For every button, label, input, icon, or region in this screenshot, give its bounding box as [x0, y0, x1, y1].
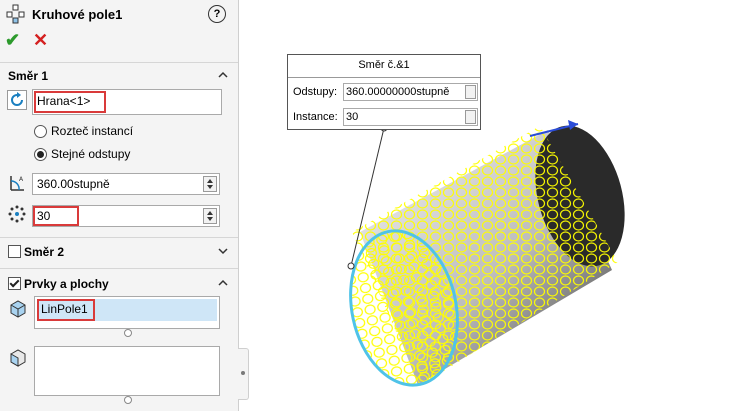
callout-divider	[288, 77, 480, 78]
angle-field[interactable]: 360.00stupně	[32, 173, 220, 195]
callout-instances-value: 30	[346, 111, 359, 123]
list-item[interactable]: LinPole1	[37, 299, 217, 321]
resize-handle[interactable]	[124, 329, 132, 337]
chevron-down-icon[interactable]	[218, 246, 228, 256]
resize-handle[interactable]	[124, 396, 132, 404]
pattern-callout: Směr č.&1 Odstupy: 360.00000000stupně In…	[287, 54, 481, 130]
features-checkbox[interactable]	[8, 277, 21, 290]
callout-title: Směr č.&1	[358, 59, 410, 71]
panel-title: Kruhové pole1	[32, 7, 123, 22]
angle-icon: A	[10, 176, 24, 191]
angle-spinner[interactable]	[203, 176, 217, 192]
divider	[0, 62, 238, 63]
circular-pattern-icon	[6, 4, 25, 24]
direction2-header[interactable]: Směr 2	[24, 245, 64, 259]
chevron-up-icon[interactable]	[218, 278, 228, 288]
edge-selection-field[interactable]: Hrana<1>	[32, 89, 222, 115]
panel-header: Kruhové pole1 ?	[6, 4, 230, 26]
edge-value: Hrana<1>	[37, 94, 91, 108]
direction2-checkbox[interactable]	[8, 245, 21, 258]
property-manager-panel: Kruhové pole1 ? ✔ ✕ Směr 1 Hrana<1> Rozt…	[0, 0, 239, 411]
radio-spacing-label: Rozteč instancí	[51, 124, 134, 138]
callout-spacing-label: Odstupy:	[293, 86, 338, 98]
callout-spacing-spinner[interactable]	[465, 85, 476, 99]
cancel-button[interactable]: ✕	[33, 30, 48, 51]
instances-field[interactable]: 30	[32, 205, 220, 227]
faces-list[interactable]	[34, 346, 220, 396]
divider	[0, 268, 238, 269]
leader-anchor	[347, 262, 355, 270]
faces-icon	[10, 349, 26, 367]
panel-collapse-handle[interactable]	[238, 348, 249, 400]
features-item-label: LinPole1	[41, 302, 88, 316]
help-icon[interactable]: ?	[208, 5, 226, 23]
chevron-up-icon[interactable]	[218, 70, 228, 80]
direction1-header[interactable]: Směr 1	[8, 69, 48, 83]
instances-value: 30	[37, 209, 51, 223]
svg-text:A: A	[19, 176, 24, 183]
callout-instances-label: Instance:	[293, 111, 338, 123]
callout-instances-field[interactable]: 30	[343, 108, 478, 126]
callout-instances-spinner[interactable]	[465, 110, 476, 124]
callout-spacing-value: 360.00000000stupně	[346, 86, 450, 98]
instances-spinner[interactable]	[203, 208, 217, 224]
features-list[interactable]: LinPole1	[34, 296, 220, 329]
callout-spacing-field[interactable]: 360.00000000stupně	[343, 83, 478, 101]
divider	[0, 237, 238, 238]
instances-icon	[8, 205, 26, 223]
ok-button[interactable]: ✔	[5, 30, 20, 51]
features-header[interactable]: Prvky a plochy	[24, 277, 109, 291]
angle-value: 360.00stupně	[37, 177, 110, 191]
features-icon	[10, 300, 26, 318]
radio-equal-label: Stejné odstupy	[51, 147, 131, 161]
reverse-direction-icon[interactable]	[7, 90, 27, 110]
